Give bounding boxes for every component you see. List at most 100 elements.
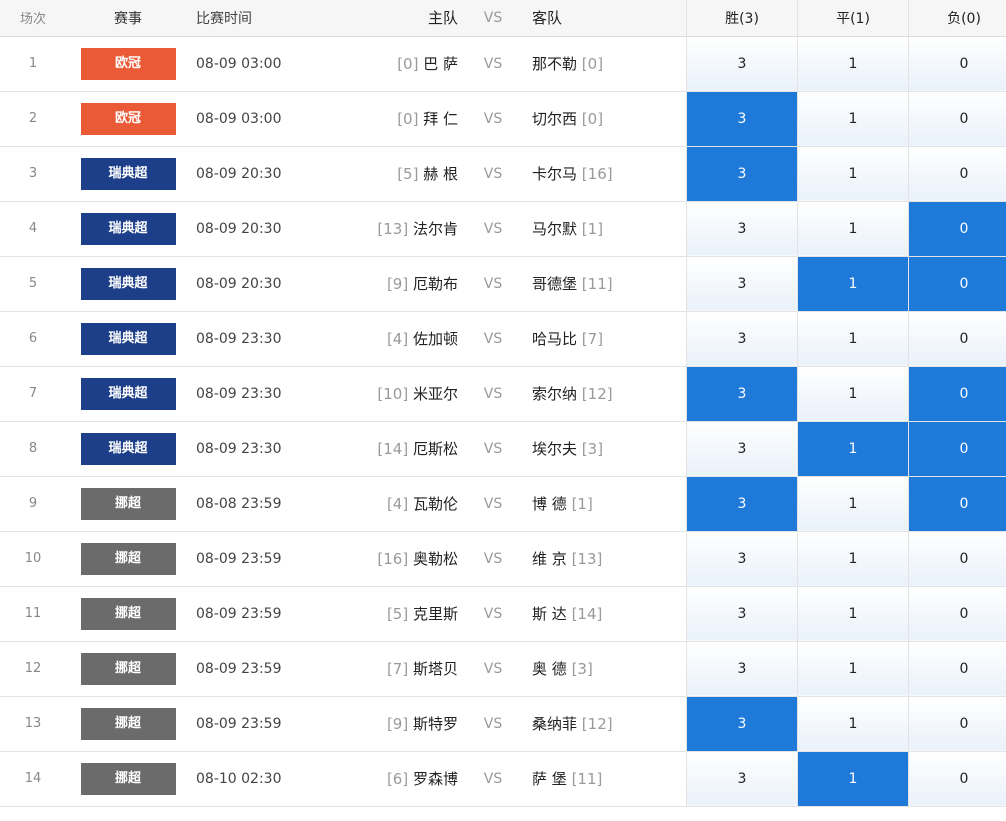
- league-badge[interactable]: 欧冠: [80, 102, 176, 135]
- draw-option[interactable]: 1: [797, 201, 909, 257]
- match-time: 08-10 02:30: [190, 751, 306, 807]
- win-option[interactable]: 3: [686, 696, 798, 752]
- league-badge[interactable]: 瑞典超: [80, 267, 176, 300]
- draw-option[interactable]: 1: [797, 641, 909, 697]
- league-badge[interactable]: 瑞典超: [80, 212, 176, 245]
- win-option[interactable]: 3: [686, 641, 798, 697]
- home-team: 佐加顿: [412, 330, 458, 348]
- away-rank: [1]: [581, 220, 604, 238]
- home-team: 厄勒布: [412, 275, 458, 293]
- lose-option[interactable]: 0: [908, 201, 1006, 257]
- match-index: 6: [0, 311, 66, 367]
- win-option[interactable]: 3: [686, 201, 798, 257]
- home-team-cell: [5] 赫 根: [306, 146, 464, 202]
- win-option[interactable]: 3: [686, 586, 798, 642]
- league-cell: 挪超: [66, 531, 190, 587]
- draw-option[interactable]: 1: [797, 696, 909, 752]
- match-time: 08-09 23:59: [190, 586, 306, 642]
- draw-option[interactable]: 1: [797, 476, 909, 532]
- win-option[interactable]: 3: [686, 476, 798, 532]
- header-league: 赛事: [66, 0, 190, 37]
- win-option[interactable]: 3: [686, 421, 798, 477]
- lose-option[interactable]: 0: [908, 531, 1006, 587]
- match-row: 5 瑞典超 08-09 20:30 [9] 厄勒布 VS 哥德堡 [11] 3 1 0: [0, 256, 1006, 312]
- league-badge[interactable]: 挪超: [80, 652, 176, 685]
- league-badge[interactable]: 瑞典超: [80, 432, 176, 465]
- home-team: 巴 萨: [423, 55, 458, 73]
- lose-option[interactable]: 0: [908, 641, 1006, 697]
- home-rank: [9]: [386, 715, 409, 733]
- league-cell: 挪超: [66, 476, 190, 532]
- away-rank: [12]: [581, 385, 613, 403]
- win-option[interactable]: 3: [686, 256, 798, 312]
- league-badge[interactable]: 挪超: [80, 597, 176, 630]
- vs-label: VS: [464, 696, 522, 752]
- lose-option[interactable]: 0: [908, 311, 1006, 367]
- lose-option[interactable]: 0: [908, 751, 1006, 807]
- vs-label: VS: [464, 91, 522, 147]
- draw-option[interactable]: 1: [797, 91, 909, 147]
- lose-option[interactable]: 0: [908, 696, 1006, 752]
- league-cell: 瑞典超: [66, 421, 190, 477]
- lose-option[interactable]: 0: [908, 476, 1006, 532]
- draw-option[interactable]: 1: [797, 531, 909, 587]
- draw-option[interactable]: 1: [797, 311, 909, 367]
- league-badge[interactable]: 挪超: [80, 542, 176, 575]
- home-team: 米亚尔: [412, 385, 458, 403]
- league-badge[interactable]: 欧冠: [80, 47, 176, 80]
- draw-option[interactable]: 1: [797, 366, 909, 422]
- lose-option[interactable]: 0: [908, 366, 1006, 422]
- win-option[interactable]: 3: [686, 146, 798, 202]
- match-index: 7: [0, 366, 66, 422]
- league-badge[interactable]: 挪超: [80, 762, 176, 795]
- win-option[interactable]: 3: [686, 91, 798, 147]
- win-option[interactable]: 3: [686, 531, 798, 587]
- header-lose: 负(0): [908, 0, 1006, 37]
- draw-option[interactable]: 1: [797, 256, 909, 312]
- match-row: 12 挪超 08-09 23:59 [7] 斯塔贝 VS 奥 德 [3] 3 1 0: [0, 641, 1006, 697]
- home-team-cell: [4] 瓦勒伦: [306, 476, 464, 532]
- match-index: 13: [0, 696, 66, 752]
- match-time: 08-09 23:30: [190, 366, 306, 422]
- league-badge[interactable]: 瑞典超: [80, 322, 176, 355]
- lose-option[interactable]: 0: [908, 91, 1006, 147]
- home-team: 克里斯: [412, 605, 458, 623]
- win-option[interactable]: 3: [686, 311, 798, 367]
- header-away: 客队: [522, 0, 687, 37]
- lose-option[interactable]: 0: [908, 146, 1006, 202]
- home-team-cell: [9] 厄勒布: [306, 256, 464, 312]
- home-team-cell: [7] 斯塔贝: [306, 641, 464, 697]
- draw-option[interactable]: 1: [797, 751, 909, 807]
- league-badge[interactable]: 瑞典超: [80, 377, 176, 410]
- away-rank: [0]: [581, 55, 604, 73]
- match-index: 5: [0, 256, 66, 312]
- league-cell: 欧冠: [66, 91, 190, 147]
- league-badge[interactable]: 瑞典超: [80, 157, 176, 190]
- match-time: 08-09 23:59: [190, 641, 306, 697]
- away-team: 索尔纳: [532, 385, 578, 403]
- draw-option[interactable]: 1: [797, 586, 909, 642]
- header-row: 场次 赛事 比赛时间 主队 VS 客队 胜(3) 平(1) 负(0): [0, 0, 1006, 37]
- league-badge[interactable]: 挪超: [80, 707, 176, 740]
- win-option[interactable]: 3: [686, 36, 798, 92]
- draw-option[interactable]: 1: [797, 146, 909, 202]
- away-team-cell: 切尔西 [0]: [522, 91, 687, 147]
- draw-option[interactable]: 1: [797, 36, 909, 92]
- match-index: 1: [0, 36, 66, 92]
- match-index: 9: [0, 476, 66, 532]
- vs-label: VS: [464, 311, 522, 367]
- header-home: 主队: [306, 0, 464, 37]
- lose-option[interactable]: 0: [908, 256, 1006, 312]
- win-option[interactable]: 3: [686, 366, 798, 422]
- match-row: 9 挪超 08-08 23:59 [4] 瓦勒伦 VS 博 德 [1] 3 1 0: [0, 476, 1006, 532]
- draw-option[interactable]: 1: [797, 421, 909, 477]
- home-team: 拜 仁: [423, 110, 458, 128]
- lose-option[interactable]: 0: [908, 36, 1006, 92]
- home-team: 奥勒松: [412, 550, 458, 568]
- match-index: 14: [0, 751, 66, 807]
- win-option[interactable]: 3: [686, 751, 798, 807]
- lose-option[interactable]: 0: [908, 586, 1006, 642]
- league-badge[interactable]: 挪超: [80, 487, 176, 520]
- away-rank: [16]: [581, 165, 613, 183]
- lose-option[interactable]: 0: [908, 421, 1006, 477]
